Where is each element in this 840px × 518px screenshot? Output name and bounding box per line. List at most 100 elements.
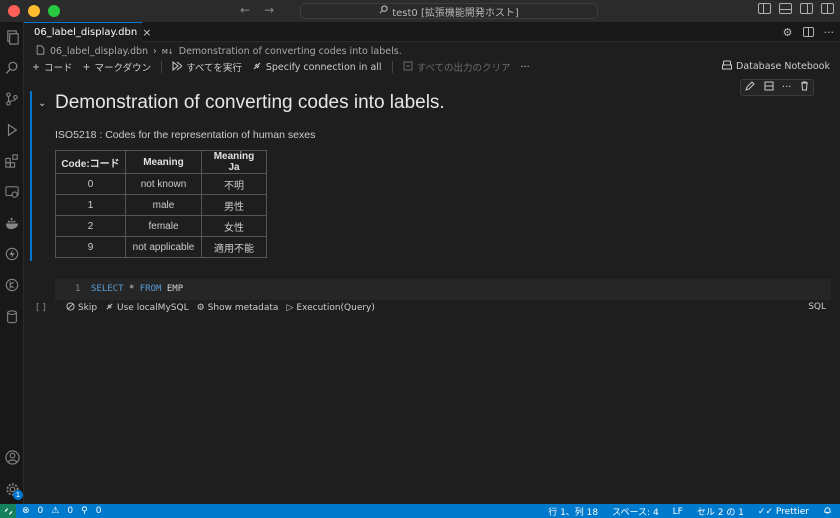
- add-markdown-label: マークダウン: [94, 63, 152, 74]
- connection-selector[interactable]: Use localMySQL: [105, 302, 189, 314]
- tab-06-label-display[interactable]: 06_label_display.dbn ×: [24, 22, 151, 42]
- account-icon[interactable]: [3, 448, 21, 466]
- extensions-icon[interactable]: [3, 152, 21, 170]
- execution-mode-button[interactable]: ▷ Execution(Query): [286, 303, 374, 313]
- split-cell-icon[interactable]: [764, 81, 774, 94]
- command-center[interactable]: test0 [拡張機能開発ホスト]: [300, 3, 598, 19]
- maximize-window-button[interactable]: [48, 5, 60, 17]
- sql-code-cell[interactable]: 1 SELECT * FROM EMP: [55, 279, 831, 300]
- table-row: 2 female 女性: [55, 215, 267, 237]
- execution-mode-label: Execution(Query): [296, 303, 375, 313]
- indentation[interactable]: スペース: 4: [612, 505, 659, 518]
- notebook-toolbar: + コード + マークダウン すべてを実行 Specify connection…: [24, 59, 840, 75]
- split-editor-icon[interactable]: [802, 27, 814, 37]
- table-row: 0 not known 不明: [55, 173, 267, 195]
- accounts-badge: 1: [13, 490, 23, 500]
- table-header-cell: Meaning: [125, 150, 202, 174]
- specify-connection-button[interactable]: Specify connection in all: [252, 61, 382, 74]
- search-icon[interactable]: [3, 59, 21, 77]
- specify-connection-label: Specify connection in all: [265, 61, 382, 73]
- lightning-icon[interactable]: [3, 245, 21, 263]
- breadcrumb-file[interactable]: 06_label_display.dbn: [50, 46, 148, 57]
- problems-indicator[interactable]: ⊗ 0 ⚠ 0 ⚲ 0: [22, 506, 101, 516]
- toolbar-divider: [161, 61, 163, 73]
- notifications-bell-icon[interactable]: [823, 506, 832, 518]
- cell-more-icon[interactable]: ···: [782, 82, 792, 93]
- manage-gear-icon[interactable]: 1: [3, 480, 23, 500]
- database-icon[interactable]: [3, 308, 21, 326]
- kernel-label: Database Notebook: [736, 61, 830, 72]
- delete-cell-icon[interactable]: [800, 81, 809, 94]
- sql-keyword-select: SELECT: [91, 284, 124, 294]
- back-arrow-icon[interactable]: ←: [240, 3, 250, 17]
- run-all-icon: [172, 60, 183, 74]
- add-markdown-button[interactable]: + マークダウン: [82, 60, 152, 75]
- edit-cell-icon[interactable]: [745, 81, 755, 94]
- close-tab-icon[interactable]: ×: [142, 26, 151, 39]
- markdown-heading: Demonstration of converting codes into l…: [55, 92, 445, 113]
- run-debug-icon[interactable]: [3, 121, 21, 139]
- editor-actions: ⚙ ···: [783, 26, 834, 39]
- warning-icon: ⚠: [51, 506, 60, 516]
- toggle-secondary-sidebar-icon[interactable]: [800, 3, 813, 14]
- table-row: 1 male 男性: [55, 194, 267, 216]
- cursor-position[interactable]: 行 1、列 18: [548, 505, 598, 518]
- plus-icon: +: [32, 61, 40, 73]
- remote-explorer-icon[interactable]: [3, 183, 21, 201]
- customize-layout-icon[interactable]: [821, 3, 834, 14]
- clear-all-outputs-button[interactable]: すべての出力のクリア: [403, 60, 511, 74]
- cell-toolbar: ···: [740, 79, 814, 96]
- toggle-panel-icon[interactable]: [779, 3, 792, 14]
- plus-icon: +: [82, 61, 91, 73]
- error-icon: ⊗: [22, 506, 30, 516]
- show-metadata-button[interactable]: ⚙ Show metadata: [197, 303, 279, 313]
- table-cell: 不明: [201, 173, 267, 195]
- remote-indicator-icon[interactable]: [0, 504, 16, 518]
- cell-language-selector[interactable]: SQL: [808, 302, 826, 312]
- table-cell: female: [125, 215, 202, 237]
- ports-icon: ⚲: [81, 506, 88, 516]
- table-cell: 9: [55, 236, 126, 258]
- table-cell: not known: [125, 173, 202, 195]
- code-label-table: Code:コード Meaning Meaning Ja 0 not known …: [55, 150, 267, 258]
- title-bar: ← → test0 [拡張機能開発ホスト]: [0, 0, 840, 22]
- clear-all-icon: [403, 61, 413, 74]
- cell-indicator[interactable]: セル 2 の 1: [697, 505, 744, 518]
- sql-editor-text[interactable]: SELECT * FROM EMP: [91, 284, 183, 294]
- source-control-icon[interactable]: [3, 90, 21, 108]
- minimize-window-button[interactable]: [28, 5, 40, 17]
- docker-icon[interactable]: [3, 214, 21, 232]
- toolbar-divider: [391, 61, 393, 73]
- skip-icon: [66, 302, 75, 314]
- add-code-button[interactable]: + コード: [32, 60, 72, 75]
- formatter-status[interactable]: ✓✓ Prettier: [758, 507, 809, 517]
- close-window-button[interactable]: [8, 5, 20, 17]
- collapse-chevron-icon[interactable]: ⌄: [38, 98, 46, 109]
- forward-arrow-icon[interactable]: →: [264, 3, 274, 17]
- table-header-cell: Code:コード: [55, 150, 126, 174]
- connection-plug-icon: [252, 61, 262, 74]
- line-number: 1: [75, 284, 81, 294]
- run-all-button[interactable]: すべてを実行: [172, 60, 242, 74]
- editor-tab-bar: 06_label_display.dbn × ⚙ ···: [24, 22, 840, 42]
- toolbar-more-button[interactable]: ···: [521, 62, 530, 73]
- table-cell: 2: [55, 215, 126, 237]
- notebook-settings-icon[interactable]: ⚙: [783, 26, 793, 39]
- end-of-line[interactable]: LF: [673, 507, 683, 517]
- formatter-label: Prettier: [775, 506, 809, 517]
- table-header-cell: Meaning Ja: [201, 150, 267, 174]
- more-actions-icon[interactable]: ···: [824, 26, 835, 39]
- notebook-file-icon: [36, 45, 45, 58]
- sql-star: *: [128, 284, 135, 294]
- gear-icon: ⚙: [196, 303, 205, 313]
- git-graph-icon[interactable]: [3, 276, 21, 294]
- toggle-sidebar-icon[interactable]: [758, 3, 771, 14]
- sql-keyword-from: FROM: [139, 284, 162, 294]
- explorer-icon[interactable]: [3, 28, 21, 46]
- skip-button[interactable]: Skip: [66, 302, 97, 314]
- breadcrumb-section[interactable]: Demonstration of converting codes into l…: [179, 46, 402, 57]
- window-controls: [8, 5, 60, 17]
- kernel-picker[interactable]: Database Notebook: [722, 60, 830, 73]
- warning-count: 0: [67, 506, 74, 516]
- show-metadata-label: Show metadata: [207, 303, 279, 313]
